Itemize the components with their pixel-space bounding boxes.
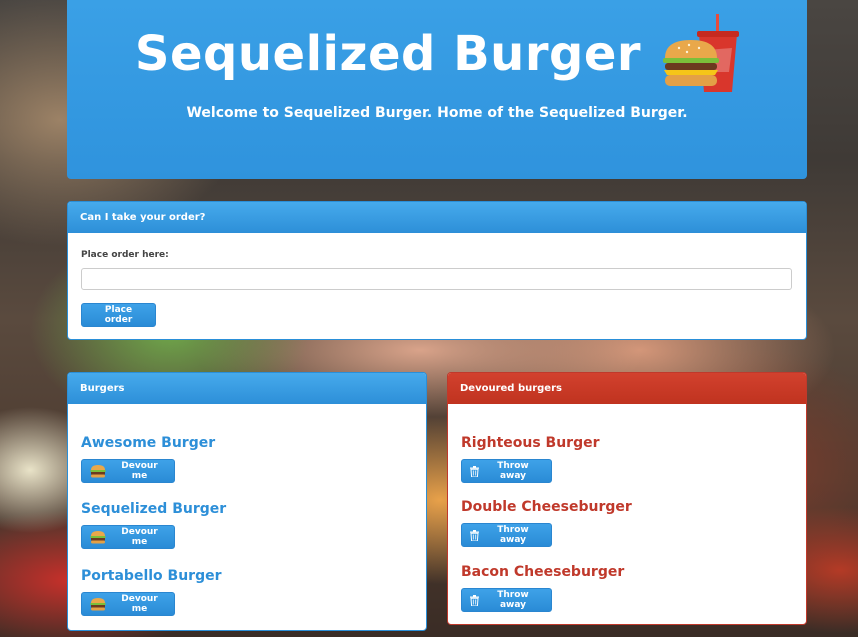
devoured-burger-name: Righteous Burger bbox=[461, 435, 600, 451]
burger-name: Awesome Burger bbox=[81, 435, 216, 451]
devour-button-label: Devour me bbox=[121, 527, 158, 547]
page-title: Sequelized Burger bbox=[134, 26, 642, 82]
devoured-panel-heading: Devoured burgers bbox=[448, 373, 806, 404]
burger-soda-icon bbox=[659, 14, 740, 94]
devoured-burger-name: Bacon Cheeseburger bbox=[461, 564, 625, 580]
burgers-panel: Burgers Awesome Burger Devour me Sequeli… bbox=[67, 372, 427, 631]
devour-button[interactable]: Devour me bbox=[81, 592, 175, 616]
title-row: Sequelized Burger bbox=[67, 14, 807, 94]
burger-icon bbox=[90, 597, 106, 611]
trash-icon bbox=[470, 594, 479, 606]
order-input[interactable] bbox=[81, 268, 792, 290]
trash-icon bbox=[470, 529, 479, 541]
page-subtitle: Welcome to Sequelized Burger. Home of th… bbox=[186, 105, 688, 121]
order-panel: Can I take your order? Place order here:… bbox=[67, 201, 807, 340]
order-input-label: Place order here: bbox=[81, 250, 169, 260]
throw-away-label: Throw away bbox=[497, 461, 529, 481]
burger-name: Sequelized Burger bbox=[81, 501, 227, 517]
devour-button-label: Devour me bbox=[121, 461, 158, 481]
devour-button[interactable]: Devour me bbox=[81, 459, 175, 483]
order-panel-heading: Can I take your order? bbox=[68, 202, 806, 233]
devoured-panel: Devoured burgers Righteous Burger Throw … bbox=[447, 372, 807, 625]
devoured-burger-name: Double Cheeseburger bbox=[461, 499, 632, 515]
throw-away-button[interactable]: Throw away bbox=[461, 588, 552, 612]
trash-icon bbox=[470, 465, 479, 477]
burger-icon bbox=[90, 530, 106, 544]
header-jumbotron: Sequelized Burger Welcome to Sequelized … bbox=[67, 0, 807, 179]
throw-away-label: Throw away bbox=[497, 590, 529, 610]
devour-button-label: Devour me bbox=[121, 594, 158, 614]
burger-name: Portabello Burger bbox=[81, 568, 222, 584]
throw-away-button[interactable]: Throw away bbox=[461, 523, 552, 547]
devour-button[interactable]: Devour me bbox=[81, 525, 175, 549]
place-order-button[interactable]: Place order bbox=[81, 303, 156, 327]
burgers-panel-heading: Burgers bbox=[68, 373, 426, 404]
throw-away-label: Throw away bbox=[497, 525, 529, 545]
throw-away-button[interactable]: Throw away bbox=[461, 459, 552, 483]
burger-icon bbox=[90, 464, 106, 478]
